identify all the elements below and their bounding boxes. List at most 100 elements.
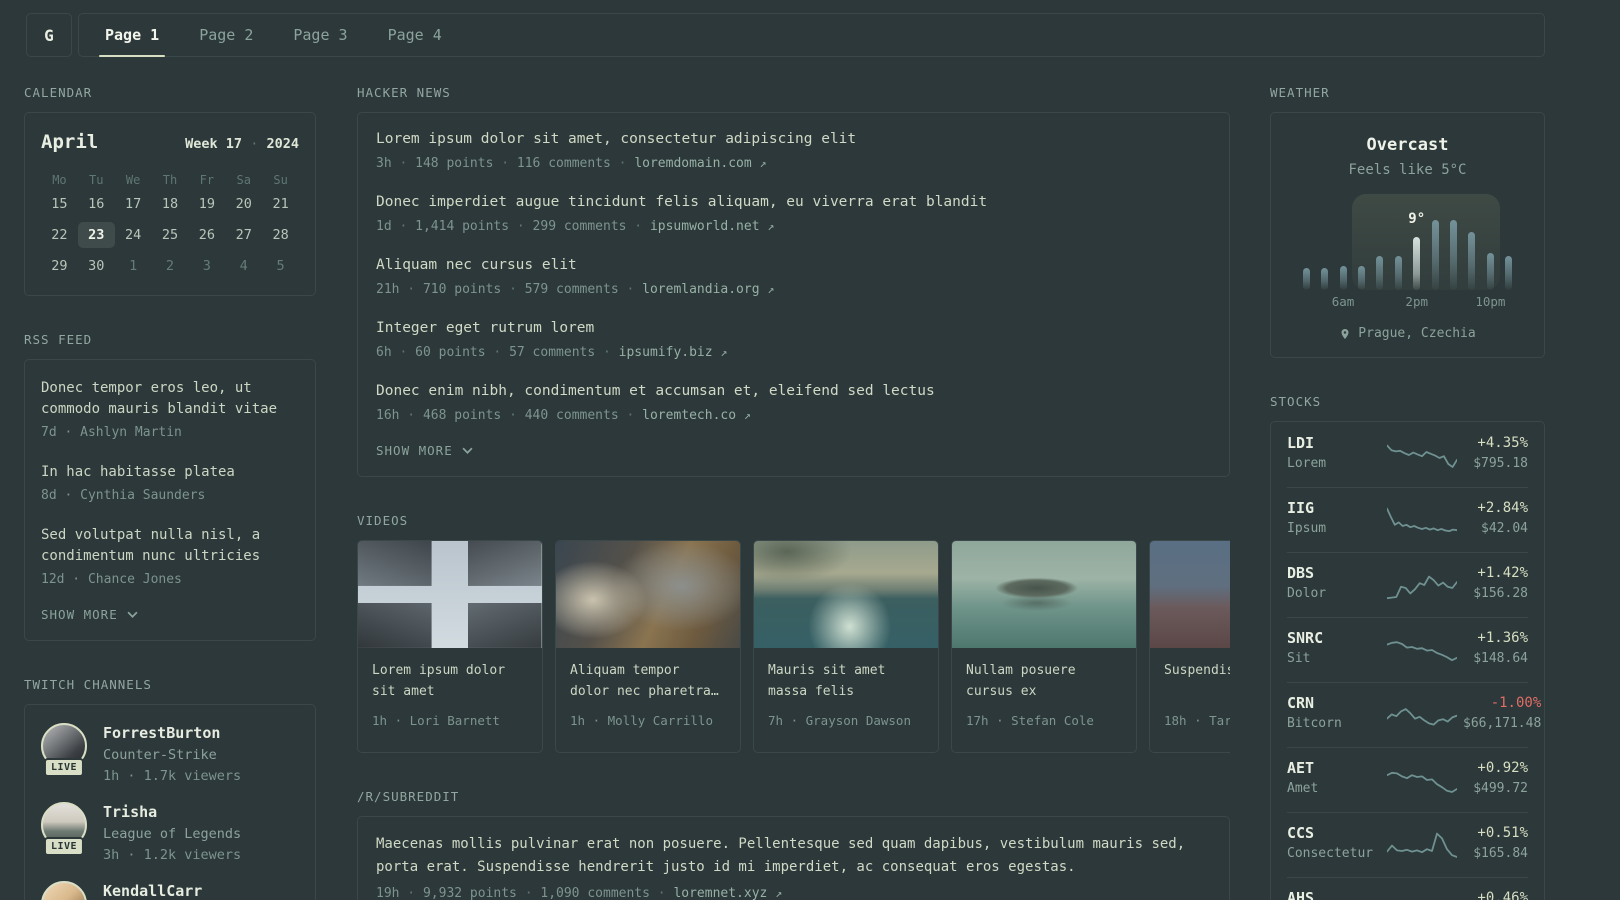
story-domain-link[interactable]: loremdomain.com ↗ [634, 156, 766, 171]
rss-item-title[interactable]: Sed volutpat nulla nisl, a condimentum n… [41, 525, 299, 567]
calendar-day-23[interactable]: 23 [77, 222, 115, 248]
channel-game: Counter-Strike [103, 747, 217, 763]
video-meta: 18h · Tara [1164, 713, 1230, 728]
stock-row[interactable]: DBS Dolor +1.42% $156.28 [1271, 552, 1544, 617]
video-title[interactable]: Lorem ipsum dolor sit amet consectetu… [372, 660, 528, 702]
calendar-day-26[interactable]: 26 [188, 222, 225, 248]
story-domain-link[interactable]: ipsumify.biz ↗ [619, 345, 728, 360]
weather-card: Overcast Feels like 5°C 9° 6am 2pm 10pm Pr… [1270, 112, 1545, 358]
hackernews-widget: HACKER NEWS Lorem ipsum dolor sit amet, … [357, 85, 1230, 477]
calendar-day-4[interactable]: 4 [225, 253, 262, 279]
calendar-day-1[interactable]: 1 [115, 253, 152, 279]
video-card[interactable]: Aliquam tempor dolor nec pharetra… 1h · M… [555, 540, 741, 753]
hn-item: Aliquam nec cursus elit 21h · 710 points … [376, 255, 1211, 299]
stock-change: +0.46% [1477, 890, 1528, 900]
channel-name[interactable]: Trisha [103, 802, 241, 822]
stock-change: +4.35% [1477, 435, 1528, 451]
separator-dot: · [501, 408, 525, 423]
twitch-channel-info: ForrestBurton Counter-Strike 1h · 1.7k vie… [103, 723, 241, 785]
calendar-day-18[interactable]: 18 [152, 191, 189, 217]
meta-points: 1,414 points [415, 219, 510, 234]
middle-column: HACKER NEWS Lorem ipsum dolor sit amet, … [357, 85, 1230, 900]
stock-row[interactable]: CCS Consectetur +0.51% $165.84 [1271, 812, 1544, 877]
video-title[interactable]: Suspendisse diam [1164, 660, 1230, 702]
video-title[interactable]: Nullam posuere cursus ex [966, 660, 1122, 702]
stock-right: -1.00% $66,171.48 [1463, 693, 1541, 734]
twitch-channel[interactable]: LIVE ForrestBurton Counter-Strike 1h · 1.7k… [41, 723, 299, 785]
stock-name: Ipsum [1287, 521, 1327, 536]
calendar-day-22[interactable]: 22 [41, 222, 78, 248]
calendar-day-30[interactable]: 30 [78, 253, 115, 279]
header: G Page 1 Page 2 Page 3 Page 4 [26, 13, 1545, 57]
calendar-weekday: Mo [52, 173, 67, 187]
hn-item-title[interactable]: Aliquam nec cursus elit [376, 255, 1211, 276]
video-card[interactable]: Lorem ipsum dolor sit amet consectetu… 1h… [357, 540, 543, 753]
hn-item-title[interactable]: Donec enim nibh, condimentum et accumsan… [376, 381, 1211, 402]
stock-symbol: AET [1287, 759, 1315, 777]
calendar-day-16[interactable]: 16 [78, 191, 115, 217]
hackernews-show-more-button[interactable]: SHOW MORE [376, 443, 1211, 458]
calendar-day-25[interactable]: 25 [152, 222, 189, 248]
calendar-day-17[interactable]: 17 [115, 191, 152, 217]
twitch-channel[interactable]: KendallCarr [41, 881, 299, 900]
calendar-day-3[interactable]: 3 [188, 253, 225, 279]
video-card[interactable]: Suspendisse diam 18h · Tara [1149, 540, 1230, 753]
app-logo[interactable]: G [26, 13, 72, 57]
tab-page-4[interactable]: Page 4 [368, 14, 462, 56]
stock-name: Lorem [1287, 456, 1327, 471]
calendar-day-28[interactable]: 28 [262, 222, 299, 248]
video-title[interactable]: Aliquam tempor dolor nec pharetra… [570, 660, 726, 702]
avatar-wrap: LIVE [41, 802, 87, 856]
rss-item-title[interactable]: Donec tempor eros leo, ut commodo mauris… [41, 378, 299, 420]
rss-item-title[interactable]: In hac habitasse platea [41, 462, 299, 483]
meta-points: 468 points [422, 408, 502, 423]
calendar-day-2[interactable]: 2 [152, 253, 189, 279]
stock-left: CRN Bitcorn [1287, 693, 1381, 734]
subreddit-post-title[interactable]: Maecenas mollis pulvinar erat non posuer… [376, 833, 1211, 879]
calendar-day-21[interactable]: 21 [262, 191, 299, 217]
stock-row[interactable]: AHS +0.46% [1271, 877, 1544, 900]
story-domain-link[interactable]: loremlandia.org ↗ [642, 282, 774, 297]
stock-sparkline [1387, 771, 1457, 793]
stock-row[interactable]: IIG Ipsum +2.84% $42.04 [1271, 487, 1544, 552]
channel-name[interactable]: KendallCarr [103, 881, 202, 900]
tab-page-1[interactable]: Page 1 [85, 14, 179, 57]
story-domain-link[interactable]: loremnet.xyz ↗ [673, 886, 782, 900]
hn-item: Donec enim nibh, condimentum et accumsan… [376, 381, 1211, 425]
rss-show-more-button[interactable]: SHOW MORE [41, 607, 299, 622]
calendar-day-15[interactable]: 15 [41, 191, 78, 217]
video-meta: 1h · Lori Barnett [372, 713, 500, 728]
calendar-day-5[interactable]: 5 [262, 253, 299, 279]
tab-page-2[interactable]: Page 2 [179, 14, 273, 56]
video-card[interactable]: Nullam posuere cursus ex 17h · Stefan Col… [951, 540, 1137, 753]
live-badge: LIVE [43, 758, 85, 777]
stock-left: CCS Consectetur [1287, 823, 1381, 864]
calendar-day-27[interactable]: 27 [225, 222, 262, 248]
calendar-day-20[interactable]: 20 [225, 191, 262, 217]
video-title[interactable]: Mauris sit amet massa felis [768, 660, 924, 702]
weather-bar [1505, 256, 1513, 290]
story-domain-link[interactable]: ipsumworld.net ↗ [650, 219, 774, 234]
stock-row[interactable]: SNRC Sit +1.36% $148.64 [1271, 617, 1544, 682]
hn-item-title[interactable]: Lorem ipsum dolor sit amet, consectetur … [376, 129, 1211, 150]
stock-row[interactable]: AET Amet +0.92% $499.72 [1271, 747, 1544, 812]
channel-name[interactable]: ForrestBurton [103, 723, 241, 743]
hn-item-title[interactable]: Donec imperdiet augue tincidunt felis al… [376, 192, 1211, 213]
calendar-day-24[interactable]: 24 [115, 222, 152, 248]
header-tabs: Page 1 Page 2 Page 3 Page 4 [78, 13, 1545, 57]
subreddit-post-meta: 19h · 9,932 points · 1,090 comments · lo… [376, 884, 1211, 900]
tab-page-3[interactable]: Page 3 [273, 14, 367, 56]
hn-item-title[interactable]: Integer eget rutrum lorem [376, 318, 1211, 339]
story-domain-link[interactable]: loremtech.co ↗ [642, 408, 751, 423]
stock-sparkline [1387, 707, 1457, 726]
twitch-channel[interactable]: LIVE Trisha League of Legends 3h · 1.2k vie… [41, 802, 299, 864]
calendar-day-19[interactable]: 19 [188, 191, 225, 217]
calendar-day-29[interactable]: 29 [41, 253, 78, 279]
stock-right: +1.36% $148.64 [1463, 628, 1528, 669]
stock-row[interactable]: LDI Lorem +4.35% $795.18 [1271, 422, 1544, 487]
video-card[interactable]: Mauris sit amet massa felis 7h · Grayson … [753, 540, 939, 753]
stock-row[interactable]: CRN Bitcorn -1.00% $66,171.48 [1271, 682, 1544, 747]
weather-widget-title: WEATHER [1270, 85, 1330, 100]
meta-points: 9,932 points [422, 886, 517, 900]
video-thumbnail-canoe-on-misty-lake [952, 541, 1136, 648]
